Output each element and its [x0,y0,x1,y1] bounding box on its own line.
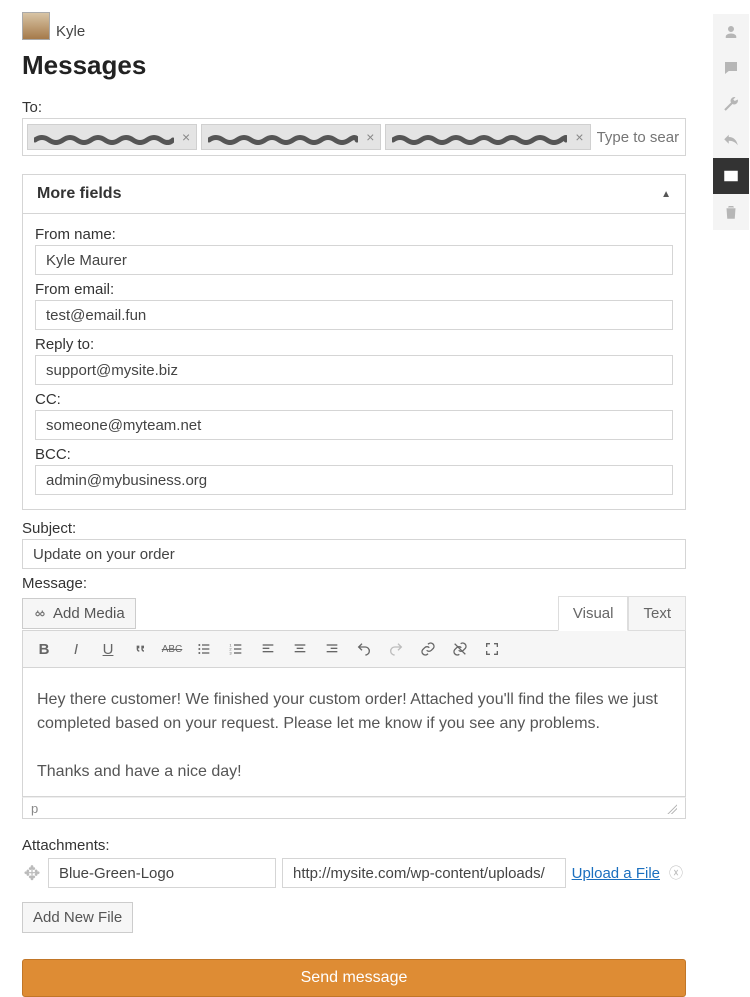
bcc-input[interactable] [35,465,673,495]
page-title: Messages [22,50,686,81]
rail-reply-icon[interactable] [713,122,749,158]
unlink-button[interactable] [447,637,473,661]
attachment-title-input[interactable] [48,858,276,888]
element-path: p [31,801,38,816]
svg-text:3: 3 [229,650,232,655]
more-fields-toggle[interactable]: More fields ▲ [23,175,685,214]
strike-button[interactable]: ABC [159,637,185,661]
message-paragraph: Thanks and have a nice day! [37,760,671,784]
user-name: Kyle [56,23,85,40]
remove-attachment-icon[interactable]: ⓧ [666,863,686,883]
utility-rail [713,14,749,230]
more-fields-title: More fields [37,185,121,203]
ul-button[interactable] [191,637,217,661]
attachment-row: ✥ Upload a File ⓧ [22,858,686,888]
recipient-chip: × [27,124,197,150]
italic-button[interactable]: I [63,637,89,661]
rail-wrench-icon[interactable] [713,86,749,122]
redacted-text [34,132,174,143]
fullscreen-button[interactable] [479,637,505,661]
underline-button[interactable]: U [95,637,121,661]
collapse-icon: ▲ [661,189,671,200]
more-fields-body: From name: From email: Reply to: CC: BCC… [23,214,685,509]
user-avatar [22,12,50,40]
add-new-file-label: Add New File [33,909,122,926]
redo-button[interactable] [383,637,409,661]
more-fields-panel: More fields ▲ From name: From email: Rep… [22,174,686,510]
reply-to-input[interactable] [35,355,673,385]
quote-button[interactable] [127,637,153,661]
drag-handle-icon[interactable]: ✥ [22,861,42,886]
from-email-input[interactable] [35,300,673,330]
message-label: Message: [22,575,686,592]
align-left-button[interactable] [255,637,281,661]
user-row: Kyle [22,12,686,40]
from-name-label: From name: [35,226,673,243]
send-message-button[interactable]: Send message [22,959,686,997]
rail-mail-icon[interactable] [713,158,749,194]
remove-chip-icon[interactable]: × [366,130,374,144]
add-new-file-button[interactable]: Add New File [22,902,133,933]
reply-to-label: Reply to: [35,336,673,353]
subject-label: Subject: [22,520,686,537]
align-right-button[interactable] [319,637,345,661]
recipient-chip: × [385,124,590,150]
message-body[interactable]: Hey there customer! We finished your cus… [22,667,686,797]
rail-user-icon[interactable] [713,14,749,50]
to-field[interactable]: × × × [22,118,686,156]
resize-handle[interactable] [665,802,677,814]
attachments-label: Attachments: [22,837,686,854]
from-name-input[interactable] [35,245,673,275]
undo-button[interactable] [351,637,377,661]
add-media-button[interactable]: Add Media [22,598,136,629]
message-paragraph: Hey there customer! We finished your cus… [37,688,671,736]
tab-text[interactable]: Text [628,596,686,631]
upload-file-link[interactable]: Upload a File [572,865,660,882]
remove-chip-icon[interactable]: × [575,130,583,144]
send-message-label: Send message [301,969,408,986]
align-center-button[interactable] [287,637,313,661]
attachment-url-input[interactable] [282,858,566,888]
bold-button[interactable]: B [31,637,57,661]
subject-input[interactable] [22,539,686,569]
ol-button[interactable]: 123 [223,637,249,661]
editor-tabs: Visual Text [558,596,686,631]
add-media-label: Add Media [53,605,125,622]
cc-label: CC: [35,391,673,408]
to-search-input[interactable] [595,125,681,149]
from-email-label: From email: [35,281,673,298]
editor-toolbar: B I U ABC 123 [22,630,686,667]
redacted-text [208,132,358,143]
remove-chip-icon[interactable]: × [182,130,190,144]
tab-visual[interactable]: Visual [558,596,629,631]
link-button[interactable] [415,637,441,661]
bcc-label: BCC: [35,446,673,463]
to-label: To: [22,99,686,116]
page-content: Kyle Messages To: × × × More fields ▲ Fr… [0,0,708,939]
editor-statusbar: p [22,797,686,819]
cc-input[interactable] [35,410,673,440]
redacted-text [392,132,567,143]
rail-comment-icon[interactable] [713,50,749,86]
rail-trash-icon[interactable] [713,194,749,230]
recipient-chip: × [201,124,381,150]
